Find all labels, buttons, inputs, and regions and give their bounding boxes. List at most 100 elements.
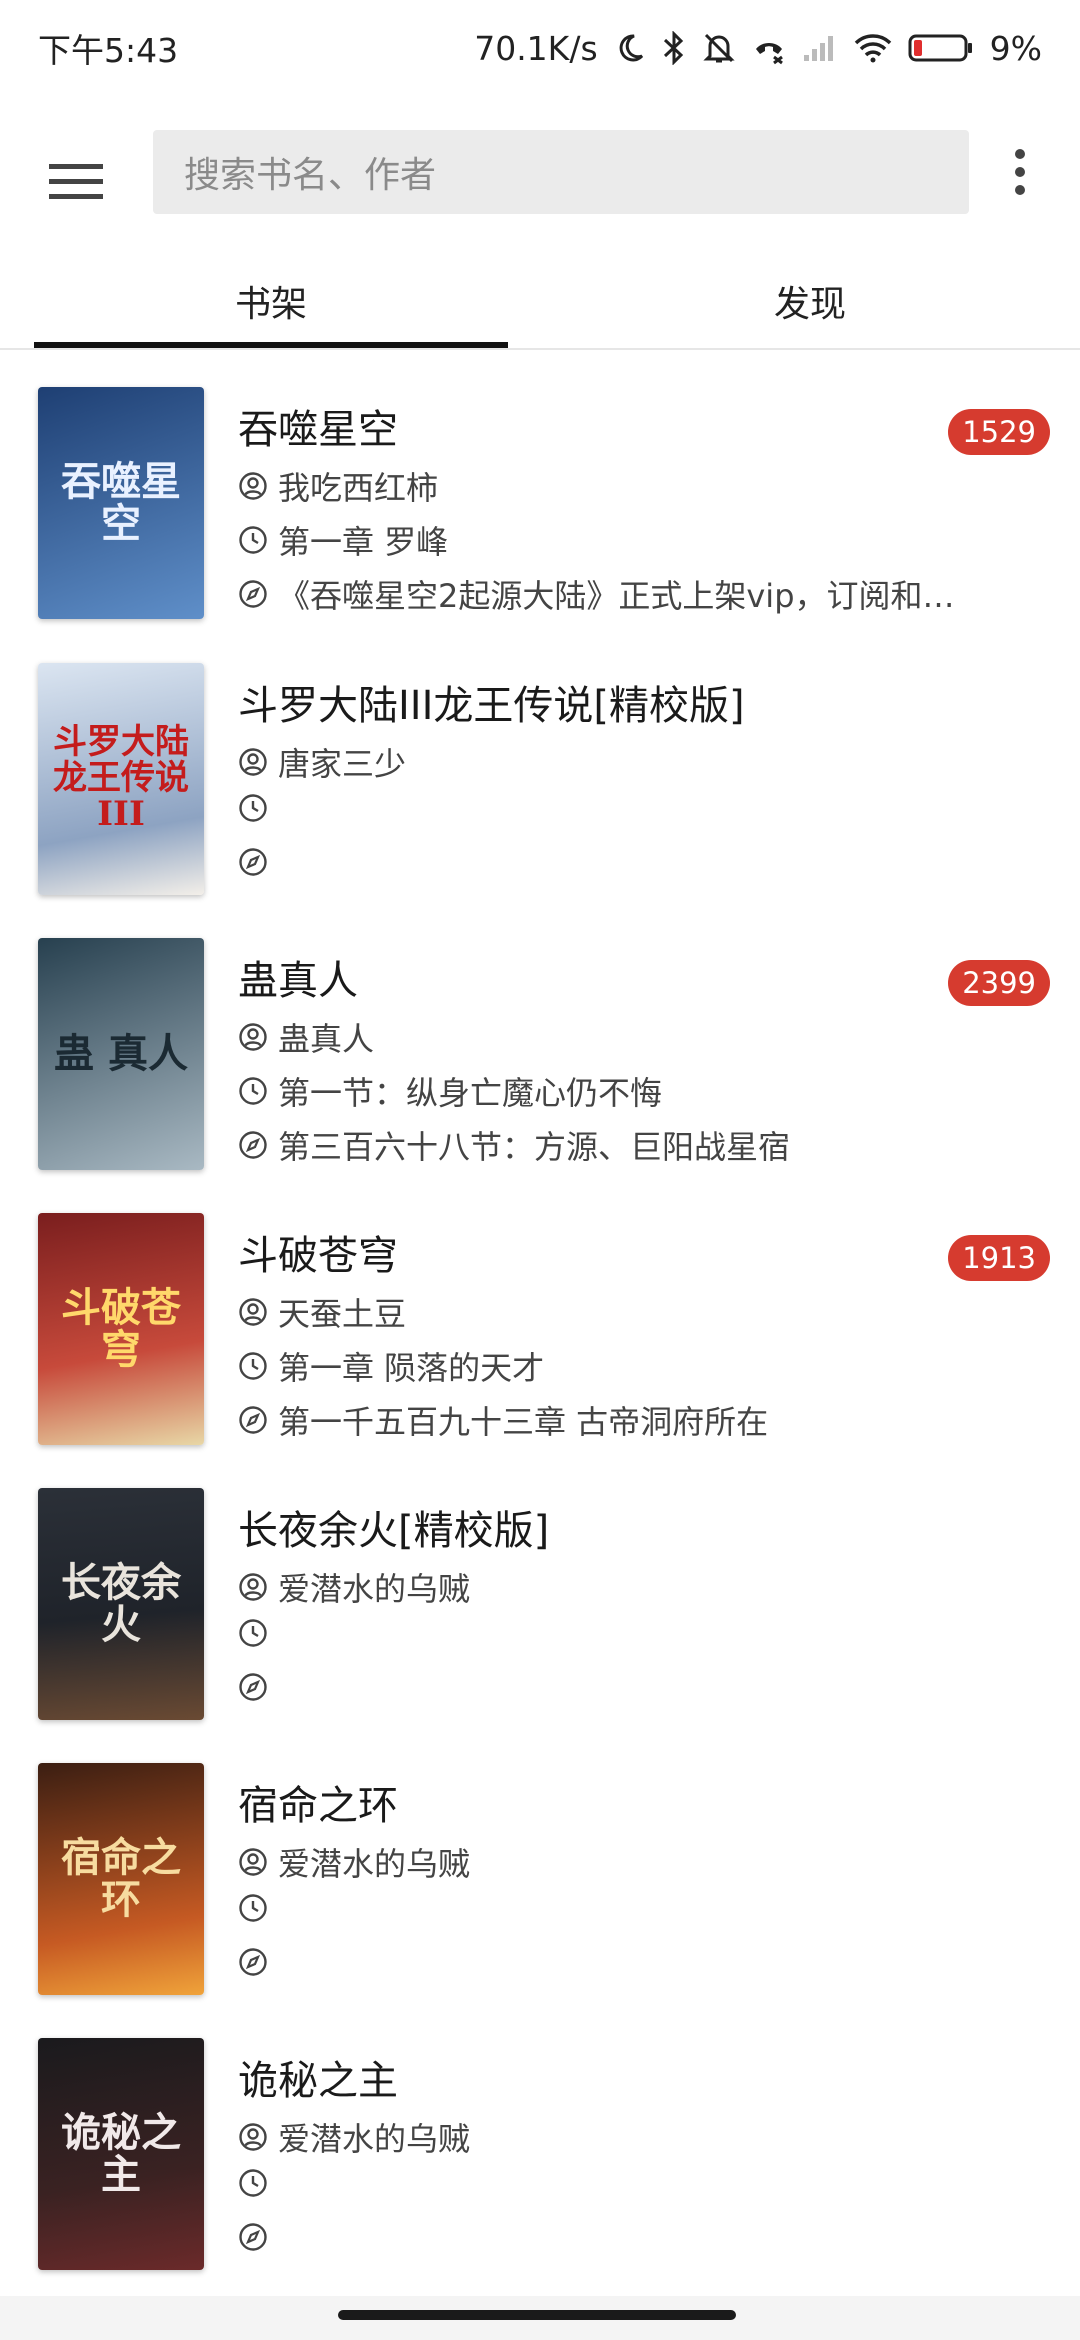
book-cover: 诡秘之主: [38, 2038, 204, 2270]
book-cover: 宿命之环: [38, 1763, 204, 1995]
tab-indicator: [34, 342, 508, 348]
book-title: 斗破苍穹: [238, 1233, 398, 1279]
battery-level: 9%: [989, 28, 1042, 68]
book-title: 吞噬星空: [238, 407, 398, 453]
book-author-row: 爱潜水的乌贼: [238, 1839, 470, 1885]
unread-badge: 1529: [948, 409, 1050, 455]
book-read-row: 第一章 罗峰: [238, 517, 448, 563]
book-author: 唐家三少: [278, 745, 407, 783]
book-author-row: 唐家三少: [238, 739, 406, 785]
book-read-row: 第一章 陨落的天才: [238, 1343, 544, 1389]
author-icon: [238, 1572, 268, 1602]
book-author-row: 爱潜水的乌贼: [238, 2114, 470, 2160]
book-latest-row: 第一千五百九十三章 古帝洞府所在: [238, 1397, 768, 1443]
compass-icon: [238, 2222, 268, 2252]
book-latest-row: 《吞噬星空2起源大陆》正式上架vip，订阅和月票求支持: [238, 571, 968, 617]
book-author: 爱潜水的乌贼: [278, 1570, 471, 1608]
clock-icon: [238, 1618, 268, 1648]
book-latest-chapter: 第一千五百九十三章 古帝洞府所在: [278, 1403, 769, 1441]
compass-icon: [238, 1947, 268, 1977]
book-read-row: [238, 1618, 278, 1648]
book-read-chapter: 第一章 陨落的天才: [278, 1349, 545, 1387]
book-cover: 吞噬星空: [38, 387, 204, 619]
compass-icon: [238, 1130, 268, 1160]
status-time: 下午5:43: [38, 31, 179, 70]
signal-icon: [802, 33, 838, 63]
book-latest-row: [238, 1672, 278, 1702]
book-cover: 斗破苍穹: [38, 1213, 204, 1445]
author-icon: [238, 1847, 268, 1877]
book-title: 诡秘之主: [238, 2058, 398, 2104]
clock-icon: [238, 2168, 268, 2198]
book-item[interactable]: 吞噬星空 吞噬星空 我吃西红柿 第一章 罗峰 《吞噬星空2起源大陆》正式上架vi…: [0, 387, 1080, 663]
book-read-chapter: 第一章 罗峰: [278, 523, 449, 561]
book-read-row: [238, 793, 278, 823]
book-title: 斗罗大陆III龙王传说[精校版]: [238, 683, 745, 729]
book-read-chapter: 第一节：纵身亡魔心仍不悔: [278, 1074, 663, 1112]
clock-icon: [238, 1893, 268, 1923]
book-author-row: 爱潜水的乌贼: [238, 1564, 470, 1610]
author-icon: [238, 471, 268, 501]
author-icon: [238, 747, 268, 777]
book-item[interactable]: 宿命之环 宿命之环 爱潜水的乌贼: [0, 1763, 1080, 2039]
author-icon: [238, 2122, 268, 2152]
book-author: 天蚕土豆: [278, 1295, 407, 1333]
search-input[interactable]: 搜索书名、作者: [153, 130, 969, 214]
book-author: 蛊真人: [278, 1020, 375, 1058]
moon-icon: [614, 32, 646, 64]
top-toolbar: 搜索书名、作者: [0, 112, 1080, 232]
book-item[interactable]: 蛊 真人 蛊真人 蛊真人 第一节：纵身亡魔心仍不悔 第三百六十八节：方源、巨阳战…: [0, 938, 1080, 1214]
tab-bookshelf[interactable]: 书架: [34, 252, 508, 350]
book-author-row: 天蚕土豆: [238, 1289, 406, 1335]
compass-icon: [238, 1672, 268, 1702]
book-title: 蛊真人: [238, 958, 358, 1004]
book-item[interactable]: 诡秘之主 诡秘之主 爱潜水的乌贼: [0, 2038, 1080, 2314]
tab-discover[interactable]: 发现: [540, 252, 1080, 350]
book-title: 宿命之环: [238, 1783, 398, 1829]
unread-badge: 2399: [948, 960, 1050, 1006]
author-icon: [238, 1022, 268, 1052]
book-author: 爱潜水的乌贼: [278, 1845, 471, 1883]
tab-bar: 书架 发现: [0, 252, 1080, 350]
compass-icon: [238, 847, 268, 877]
book-item[interactable]: 斗罗大陆 龙王传说III 斗罗大陆III龙王传说[精校版] 唐家三少: [0, 663, 1080, 939]
unread-badge: 1913: [948, 1235, 1050, 1281]
clock-icon: [238, 525, 268, 555]
more-vertical-icon[interactable]: [1000, 140, 1040, 204]
book-author: 爱潜水的乌贼: [278, 2120, 471, 2158]
book-latest-chapter: 《吞噬星空2起源大陆》正式上架vip，订阅和月票求支持: [278, 577, 968, 615]
book-latest-chapter: 第三百六十八节：方源、巨阳战星宿: [278, 1128, 791, 1166]
call-icon: [752, 31, 786, 65]
bell-muted-icon: [702, 31, 736, 65]
wifi-icon: [854, 33, 892, 63]
book-read-row: [238, 2168, 278, 2198]
book-item[interactable]: 长夜余火 长夜余火[精校版] 爱潜水的乌贼: [0, 1488, 1080, 1764]
book-title: 长夜余火[精校版]: [238, 1508, 550, 1554]
status-bar: 下午5:43 70.1K/s 9%: [0, 0, 1080, 96]
network-speed: 70.1K/s: [474, 28, 598, 68]
bookshelf-screen: 下午5:43 70.1K/s 9% 搜索书名、作者 书架 发现 吞噬星空 吞噬星…: [0, 0, 1080, 2340]
book-author: 我吃西红柿: [278, 469, 439, 507]
book-author-row: 我吃西红柿: [238, 463, 438, 509]
bluetooth-icon: [662, 31, 686, 65]
book-latest-row: 第三百六十八节：方源、巨阳战星宿: [238, 1122, 790, 1168]
hamburger-icon[interactable]: [40, 146, 112, 218]
book-item[interactable]: 斗破苍穹 斗破苍穹 天蚕土豆 第一章 陨落的天才 第一千五百九十三章 古帝洞府所…: [0, 1213, 1080, 1489]
clock-icon: [238, 1076, 268, 1106]
compass-icon: [238, 579, 268, 609]
book-cover: 长夜余火: [38, 1488, 204, 1720]
clock-icon: [238, 1351, 268, 1381]
battery-icon: [908, 32, 974, 64]
book-latest-row: [238, 847, 278, 877]
author-icon: [238, 1297, 268, 1327]
book-read-row: [238, 1893, 278, 1923]
book-read-row: 第一节：纵身亡魔心仍不悔: [238, 1068, 662, 1114]
home-gesture-handle[interactable]: [338, 2310, 736, 2320]
compass-icon: [238, 1405, 268, 1435]
book-latest-row: [238, 2222, 278, 2252]
clock-icon: [238, 793, 268, 823]
status-icons: 70.1K/s 9%: [474, 29, 1042, 68]
book-author-row: 蛊真人: [238, 1014, 374, 1060]
book-cover: 蛊 真人: [38, 938, 204, 1170]
book-latest-row: [238, 1947, 278, 1977]
